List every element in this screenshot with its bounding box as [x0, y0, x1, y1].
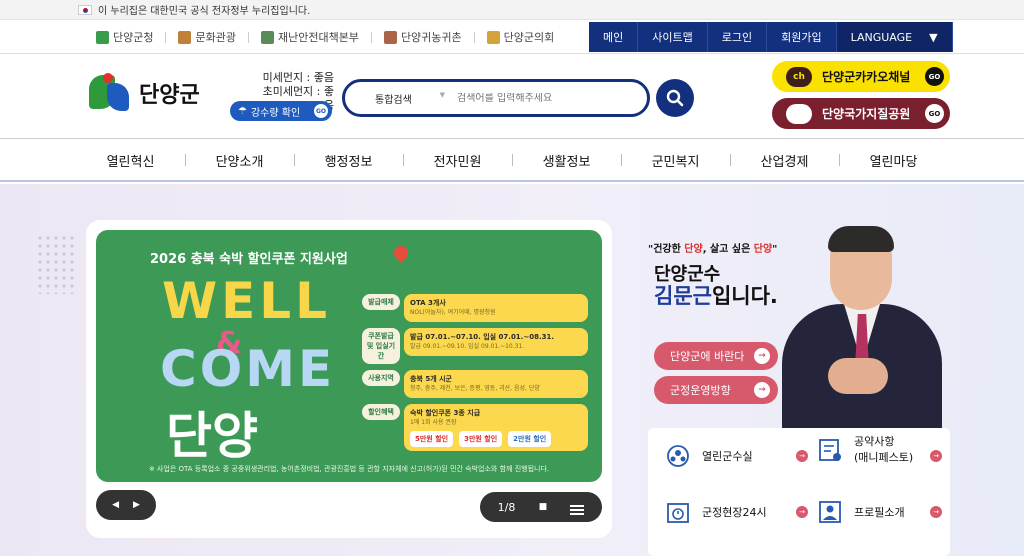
coupon-item: 3만원 할인 — [459, 431, 503, 447]
mayor-photo — [768, 224, 948, 428]
search-icon — [666, 89, 684, 107]
arrow-right-icon: → — [796, 506, 808, 518]
geopark-emblem-icon — [786, 103, 812, 124]
policy-direction-button[interactable]: 군정운영방향 → — [654, 376, 778, 404]
danyang-emblem-icon — [87, 71, 133, 115]
mayor-quick-links: 열린군수실 → 공약사항 (매니페스토) → 군정현장24시 → 프로필소개 → — [648, 428, 950, 556]
banner-info-row: 할인혜택 숙박 할인쿠폰 3종 지급 1매 1회 사용 권장 5만원 할인 3만… — [362, 404, 588, 451]
umbrella-icon: ☂ — [238, 105, 247, 117]
gnb-admin-info[interactable]: 행정정보 — [294, 151, 403, 170]
family-site-danyang[interactable]: 단양군청 — [96, 29, 153, 45]
document-chart-icon — [816, 436, 844, 464]
korea-flag-icon — [78, 4, 92, 15]
arrow-right-icon: → — [930, 450, 942, 462]
banner-slider: 2026 충북 숙박 할인쿠폰 지원사업 WELL & COME 단양 발급매체… — [86, 220, 612, 538]
profile-card-icon — [816, 498, 844, 526]
quick-field-24[interactable]: 군정현장24시 → — [664, 498, 808, 526]
gnb-welfare[interactable]: 군민복지 — [621, 151, 730, 170]
map-pin-icon — [391, 243, 411, 263]
gnb-e-civil[interactable]: 전자민원 — [403, 151, 512, 170]
coupon-list: 5만원 할인 3만원 할인 2만원 할인 — [410, 431, 582, 447]
gnb-open-innovation[interactable]: 열린혁신 — [76, 151, 185, 170]
utility-bar: 단양군청 문화관광 재난안전대책본부 단양귀농귀촌 단양군의회 메인 사이트맵 … — [0, 20, 1024, 54]
all-slides-menu-icon[interactable] — [570, 501, 585, 514]
caret-down-icon: ▼ — [439, 90, 445, 99]
go-badge: GO — [314, 104, 328, 118]
banner-info-row: 쿠폰발급 및 입실기간 발급 07.01.~07.10. 입실 07.01.~0… — [362, 328, 588, 364]
gnb-life-info[interactable]: 생활정보 — [512, 151, 621, 170]
logo-text: 단양군 — [139, 83, 200, 108]
top-nav: 메인 사이트맵 로그인 회원가입 LANGUAGE ▼ — [589, 22, 953, 52]
gov-notice-text: 이 누리집은 대한민국 공식 전자정부 누리집입니다. — [98, 6, 311, 17]
family-sites: 단양군청 문화관광 재난안전대책본부 단양귀농귀촌 단양군의회 — [96, 20, 554, 54]
search-bar: 통합검색 ▼ — [342, 79, 650, 117]
house-icon — [383, 30, 397, 44]
search-category-select[interactable]: 통합검색 ▼ — [345, 91, 457, 106]
go-badge: GO — [925, 67, 944, 86]
fine-dust-status: 미세먼지 : 좋음 — [262, 71, 334, 84]
next-slide-button[interactable]: ▶ — [133, 500, 140, 510]
slider-prev-next: ◀ ▶ — [96, 490, 156, 520]
site-logo[interactable]: 단양군 — [87, 71, 200, 115]
quick-mayor-office[interactable]: 열린군수실 → — [664, 442, 808, 470]
family-site-council[interactable]: 단양군의회 — [486, 29, 554, 45]
suggestion-button[interactable]: 단양군에 바란다 → — [654, 342, 778, 370]
main-visual: 2026 충북 숙박 할인쿠폰 지원사업 WELL & COME 단양 발급매체… — [0, 184, 1024, 556]
family-site-tour[interactable]: 문화관광 — [178, 29, 236, 45]
slide-counter: 1/8 — [497, 500, 516, 514]
coupon-item: 5만원 할인 — [410, 431, 454, 447]
family-site-disaster[interactable]: 재난안전대책본부 — [260, 29, 359, 45]
coupon-item: 2만원 할인 — [508, 431, 552, 447]
quick-manifesto[interactable]: 공약사항 (매니페스토) → — [816, 434, 942, 466]
gnb-industry[interactable]: 산업경제 — [730, 151, 839, 170]
council-icon — [486, 30, 500, 44]
top-nav-login[interactable]: 로그인 — [707, 22, 768, 52]
banner-info-row: 사용지역 충북 5개 시군 청주, 충주, 제천, 보은, 증평, 영동, 괴산… — [362, 370, 588, 398]
go-badge: GO — [925, 104, 944, 123]
prev-slide-button[interactable]: ◀ — [112, 500, 119, 510]
rain-check-button[interactable]: ☂ 강수량 확인 GO — [230, 101, 332, 121]
danyang-logo-icon — [96, 30, 109, 44]
geopark-button[interactable]: 단양국가지질공원 GO — [772, 98, 950, 129]
top-nav-sitemap[interactable]: 사이트맵 — [638, 22, 708, 52]
slider-pager: 1/8 ■ — [480, 492, 602, 522]
dot-pattern — [36, 234, 76, 294]
kakao-channel-button[interactable]: ch 단양군카카오채널 GO — [772, 61, 950, 92]
suitcase-icon — [178, 30, 192, 44]
quick-profile[interactable]: 프로필소개 → — [816, 498, 942, 526]
arrow-right-icon: → — [796, 450, 808, 462]
banner-title: 2026 충북 숙박 할인쿠폰 지원사업 — [150, 252, 348, 267]
banner-slide[interactable]: 2026 충북 숙박 할인쿠폰 지원사업 WELL & COME 단양 발급매체… — [96, 230, 602, 482]
clock-calendar-icon — [664, 498, 692, 526]
banner-word-come: COME — [160, 340, 336, 398]
gnb-about[interactable]: 단양소개 — [185, 151, 294, 170]
gnb-open-square[interactable]: 열린마당 — [839, 151, 948, 170]
banner-info: 발급매체 OTA 3개사 NOL(야놀자), 여기어때, 명광청원 쿠폰발급 및… — [362, 294, 588, 457]
banner-word-well: WELL — [162, 272, 332, 330]
search-input[interactable] — [457, 92, 637, 104]
header: 단양군 미세먼지 : 좋음 초미세먼지 : 좋음 ☂ 강수량 확인 GO 통합검… — [0, 55, 1024, 139]
banner-footnote: ※ 사업은 OTA 등록업소 중 공중위생관리법, 농어촌정비법, 관광진흥법 … — [148, 465, 550, 473]
mayor-slogan: "건강한 단양, 살고 싶은 단양" — [648, 244, 778, 255]
gov-notice-bar: 이 누리집은 대한민국 공식 전자정부 누리집입니다. — [0, 0, 1024, 20]
caret-down-icon: ▼ — [929, 30, 938, 44]
people-circle-icon — [664, 442, 692, 470]
language-select[interactable]: LANGUAGE ▼ — [836, 22, 953, 52]
kakao-channel-icon: ch — [786, 66, 812, 87]
main-nav: 열린혁신 단양소개 행정정보 전자민원 생활정보 군민복지 산업경제 열린마당 — [0, 140, 1024, 182]
banner-info-row: 발급매체 OTA 3개사 NOL(야놀자), 여기어때, 명광청원 — [362, 294, 588, 322]
top-nav-join[interactable]: 회원가입 — [767, 22, 837, 52]
search-button[interactable] — [656, 79, 694, 117]
arrow-right-icon: → — [930, 506, 942, 518]
mayor-name: 김문근입니다. — [654, 284, 778, 308]
top-nav-main[interactable]: 메인 — [589, 22, 639, 52]
building-icon — [260, 30, 274, 44]
family-site-farm[interactable]: 단양귀농귀촌 — [383, 29, 462, 45]
stop-button[interactable]: ■ — [539, 502, 548, 512]
banner-word-danyang: 단양 — [166, 407, 258, 465]
